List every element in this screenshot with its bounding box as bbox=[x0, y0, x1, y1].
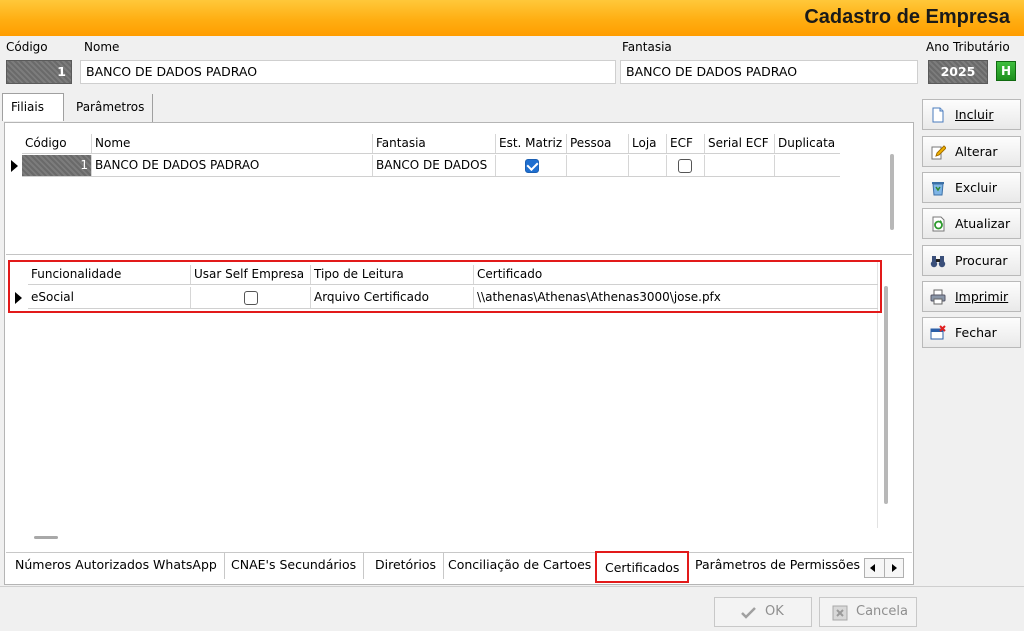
cell-nome[interactable]: BANCO DE DADOS PADRAO bbox=[92, 155, 373, 176]
cell-serial-ecf[interactable] bbox=[705, 155, 775, 176]
excluir-button[interactable]: Excluir bbox=[922, 172, 1021, 203]
new-document-icon bbox=[932, 107, 944, 123]
refresh-icon bbox=[932, 216, 945, 232]
cell-loja[interactable] bbox=[629, 155, 667, 176]
cell-certificado[interactable]: \\athenas\Athenas\Athenas3000\jose.pfx bbox=[474, 287, 878, 308]
cert-row-indicator-icon bbox=[15, 292, 22, 304]
ano-help-button[interactable]: H bbox=[996, 61, 1016, 81]
title-bar: Cadastro de Empresa bbox=[0, 0, 1024, 36]
fechar-label: Fechar bbox=[955, 325, 997, 340]
tab-scroll-divider bbox=[884, 559, 885, 577]
tab-scroll-buttons bbox=[864, 558, 904, 578]
incluir-label: Incluir bbox=[955, 107, 994, 122]
cert-scrollbar[interactable] bbox=[884, 286, 888, 504]
nome-field[interactable]: BANCO DE DADOS PADRAO bbox=[80, 60, 616, 84]
cell-pessoa[interactable] bbox=[567, 155, 629, 176]
col-ecf[interactable]: ECF bbox=[667, 134, 705, 153]
cell-fantasia[interactable]: BANCO DE DADOS bbox=[373, 155, 496, 176]
col-pessoa[interactable]: Pessoa bbox=[567, 134, 629, 153]
close-window-icon bbox=[930, 325, 946, 340]
window-title: Cadastro de Empresa bbox=[804, 6, 1010, 28]
tab-numeros-whatsapp[interactable]: Números Autorizados WhatsApp bbox=[8, 553, 225, 579]
atualizar-button[interactable]: Atualizar bbox=[922, 208, 1021, 239]
tab-filiais[interactable]: Filiais bbox=[2, 93, 64, 121]
col-serial-ecf[interactable]: Serial ECF bbox=[705, 134, 775, 153]
tab-conciliacao-cartoes[interactable]: Conciliação de Cartoes bbox=[441, 553, 598, 579]
codigo-field[interactable]: 1 bbox=[6, 60, 72, 84]
procurar-button[interactable]: Procurar bbox=[922, 245, 1021, 276]
table-row[interactable]: eSocial Arquivo Certificado \\athenas\At… bbox=[28, 287, 878, 309]
alterar-button[interactable]: Alterar bbox=[922, 136, 1021, 167]
splitter[interactable] bbox=[6, 254, 912, 255]
binoculars-icon bbox=[930, 256, 946, 268]
cell-funcionalidade[interactable]: eSocial bbox=[28, 287, 191, 308]
fechar-button[interactable]: Fechar bbox=[922, 317, 1021, 348]
col-usar-self[interactable]: Usar Self Empresa bbox=[191, 265, 311, 284]
col-est-matriz[interactable]: Est. Matriz bbox=[496, 134, 567, 153]
cell-codigo[interactable]: 1 bbox=[22, 155, 92, 176]
filiais-scrollbar[interactable] bbox=[890, 154, 894, 230]
ok-button[interactable]: OK bbox=[714, 597, 812, 627]
tab-diretorios[interactable]: Diretórios bbox=[368, 553, 444, 579]
footer-divider bbox=[0, 586, 1024, 587]
tab-scroll-right-icon[interactable] bbox=[892, 564, 897, 572]
ano-tributario-label: Ano Tributário bbox=[926, 40, 1010, 54]
tab-certificados[interactable]: Certificados bbox=[595, 551, 690, 583]
ecf-checkbox[interactable] bbox=[678, 159, 692, 173]
printer-icon bbox=[930, 289, 946, 305]
incluir-button[interactable]: Incluir bbox=[922, 99, 1021, 130]
tab-parametros[interactable]: Parâmetros bbox=[68, 94, 154, 122]
cert-hscrollbar[interactable] bbox=[34, 536, 58, 539]
fantasia-field[interactable]: BANCO DE DADOS PADRAO bbox=[620, 60, 918, 84]
imprimir-button[interactable]: Imprimir bbox=[922, 281, 1021, 312]
ok-label: OK bbox=[765, 604, 784, 619]
fantasia-label: Fantasia bbox=[622, 40, 672, 54]
col-loja[interactable]: Loja bbox=[629, 134, 667, 153]
cancel-icon bbox=[832, 605, 848, 621]
excluir-label: Excluir bbox=[955, 180, 997, 195]
cancela-label: Cancela bbox=[856, 604, 909, 619]
nome-label: Nome bbox=[84, 40, 120, 54]
usar-self-checkbox[interactable] bbox=[244, 291, 258, 305]
row-indicator-icon bbox=[11, 160, 18, 172]
tab-cnae-secundarios[interactable]: CNAE's Secundários bbox=[224, 553, 365, 579]
codigo-label: Código bbox=[6, 40, 48, 54]
filiais-grid-header: Código Nome Fantasia Est. Matriz Pessoa … bbox=[22, 134, 840, 154]
tab-parametros-permissoes[interactable]: Parâmetros de Permissões I bbox=[688, 553, 860, 579]
col-codigo[interactable]: Código bbox=[22, 134, 92, 153]
col-certificado[interactable]: Certificado bbox=[474, 265, 878, 284]
cert-grid-header: Funcionalidade Usar Self Empresa Tipo de… bbox=[28, 265, 878, 285]
col-nome[interactable]: Nome bbox=[92, 134, 373, 153]
procurar-label: Procurar bbox=[955, 253, 1008, 268]
edit-icon bbox=[931, 145, 946, 160]
cell-tipo-leitura[interactable]: Arquivo Certificado bbox=[311, 287, 474, 308]
col-fantasia[interactable]: Fantasia bbox=[373, 134, 496, 153]
table-row[interactable]: 1 BANCO DE DADOS PADRAO BANCO DE DADOS bbox=[22, 155, 840, 177]
col-funcionalidade[interactable]: Funcionalidade bbox=[28, 265, 191, 284]
atualizar-label: Atualizar bbox=[955, 216, 1011, 231]
recycle-bin-icon bbox=[932, 182, 944, 196]
col-duplicata[interactable]: Duplicata bbox=[775, 134, 840, 153]
imprimir-label: Imprimir bbox=[955, 289, 1009, 304]
alterar-label: Alterar bbox=[955, 144, 998, 159]
tab-scroll-left-icon[interactable] bbox=[870, 564, 875, 572]
check-icon bbox=[741, 607, 756, 619]
col-tipo-leitura[interactable]: Tipo de Leitura bbox=[311, 265, 474, 284]
est-matriz-checkbox[interactable] bbox=[525, 159, 539, 173]
cell-duplicata[interactable] bbox=[775, 155, 840, 176]
cancela-button[interactable]: Cancela bbox=[819, 597, 917, 627]
ano-tributario-field[interactable]: 2025 bbox=[928, 60, 988, 84]
